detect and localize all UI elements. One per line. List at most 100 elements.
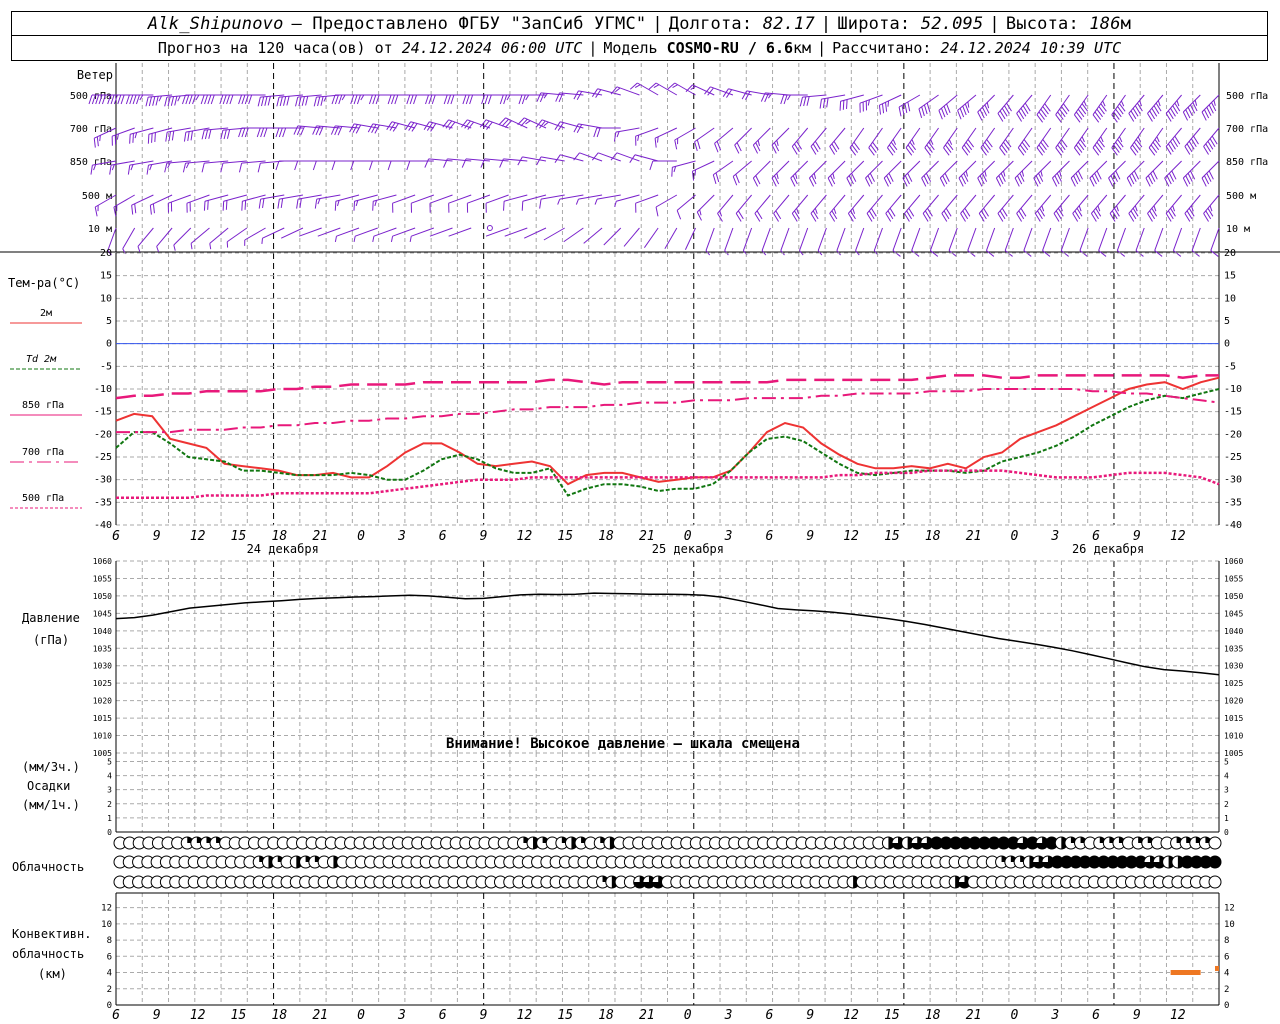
temp-tick-right: -20 — [1224, 429, 1242, 440]
wind-barb — [664, 227, 678, 250]
wind-barb — [258, 194, 285, 209]
hour-tick-label-bottom: 9 — [153, 1008, 161, 1023]
wind-barb — [924, 127, 939, 156]
wind-barb — [524, 227, 547, 239]
wind-barb — [978, 194, 996, 222]
wind-barb — [997, 194, 1014, 222]
pressure-tick-right: 1015 — [1224, 714, 1243, 723]
wind-barb — [836, 227, 846, 256]
wind-barb — [799, 227, 809, 256]
temp-tick-right: -40 — [1224, 520, 1242, 531]
wind-barb — [791, 194, 809, 222]
hour-tick-label-bottom: 18 — [272, 1008, 288, 1023]
wind-barb — [314, 194, 341, 209]
wind-barb — [1128, 94, 1145, 122]
pressure-tick-left: 1040 — [93, 627, 112, 636]
cloud-title: Облачность — [12, 860, 84, 874]
conv-unit: (км) — [38, 967, 67, 981]
hour-tick-label: 0 — [1011, 529, 1019, 544]
hour-tick-label-bottom: 3 — [397, 1008, 406, 1023]
temp-tick-right: -25 — [1224, 452, 1242, 463]
wind-barb — [771, 127, 790, 154]
precip-tick-left: 0 — [107, 828, 112, 837]
pressure-tick-left: 1045 — [93, 609, 112, 618]
wind-barb — [226, 227, 248, 248]
wind-barb — [1014, 160, 1033, 187]
conv-tick-right: 10 — [1224, 920, 1235, 930]
wind-barb — [957, 94, 977, 120]
wind-barb — [222, 194, 247, 211]
wind-barb — [125, 94, 154, 105]
hour-tick-label: 21 — [966, 529, 982, 544]
wind-barb — [539, 194, 565, 209]
wind-barb — [1033, 160, 1052, 187]
wind-barb — [518, 94, 546, 105]
hour-tick-label-bottom: 12 — [190, 1008, 206, 1023]
wind-level-label-right: 700 гПа — [1226, 124, 1268, 135]
wind-barb — [1165, 194, 1182, 222]
temp-tick-left: -30 — [94, 475, 112, 486]
wind-barb — [296, 194, 322, 209]
wind-barb — [771, 160, 790, 187]
wind-barb — [691, 160, 715, 181]
wind-barb — [780, 227, 790, 256]
pressure-warning: Внимание! Высокое давление – шкала смеще… — [446, 736, 800, 752]
wind-barb — [1072, 194, 1089, 222]
wind-barb — [331, 160, 360, 171]
temp-tick-left: 5 — [106, 316, 112, 327]
hour-tick-label-bottom: 9 — [1133, 1008, 1141, 1023]
day-label: 26 декабря — [1072, 542, 1144, 556]
temp-tick-left: -15 — [94, 407, 112, 418]
wind-barb — [735, 194, 753, 222]
wind-barb — [849, 127, 865, 156]
wind-barb — [275, 160, 303, 171]
wind-barb — [649, 160, 677, 171]
wind-barb — [312, 160, 341, 171]
temp-tick-left: -20 — [94, 429, 112, 440]
wind-barb — [958, 160, 977, 187]
wind-barb — [696, 194, 715, 221]
legend-label: 2м — [40, 308, 52, 319]
pressure-tick-left: 1060 — [93, 557, 112, 566]
wind-barb — [238, 94, 266, 105]
temp-tick-right: 5 — [1224, 316, 1230, 327]
pressure-tick-left: 1055 — [93, 574, 112, 583]
hour-tick-label: 6 — [765, 529, 773, 544]
wind-level-label-right: 850 гПа — [1226, 157, 1268, 168]
wind-barb — [734, 127, 752, 154]
wind-barb — [977, 94, 996, 121]
temp-tick-right: 15 — [1224, 271, 1236, 282]
hour-tick-label-bottom: 15 — [231, 1008, 247, 1023]
hour-tick-label-bottom: 3 — [1050, 1008, 1059, 1023]
wind-barb — [859, 94, 883, 113]
hour-tick-label: 9 — [480, 529, 488, 544]
wind-barb — [960, 194, 977, 222]
hour-tick-label: 3 — [1050, 529, 1059, 544]
hour-tick-label-bottom: 18 — [925, 1008, 941, 1023]
wind-barb — [367, 123, 397, 134]
wind-barb — [1090, 194, 1108, 222]
pressure-tick-right: 1020 — [1224, 697, 1243, 706]
precip-unit-1h: (мм/1ч.) — [22, 798, 80, 812]
wind-barb — [898, 94, 921, 117]
pressure-tick-left: 1035 — [93, 644, 112, 653]
wind-barb — [409, 227, 434, 243]
wind-label: Ветер — [77, 68, 113, 82]
wind-barb — [810, 194, 827, 222]
cloud-symbol — [1208, 836, 1222, 850]
wind-barb — [372, 227, 397, 243]
wind-barb — [829, 194, 846, 222]
wind-barb — [654, 127, 678, 148]
wind-barb — [353, 194, 378, 211]
wind-barb — [603, 227, 622, 246]
wind-barb — [752, 160, 771, 187]
wind-barb — [241, 194, 266, 211]
wind-barb — [635, 127, 659, 146]
wind-level-label-left: 10 м — [88, 224, 112, 235]
precip-tick-left: 3 — [107, 786, 112, 795]
wind-barb — [503, 194, 528, 211]
wind-barb — [521, 194, 547, 211]
wind-level-label-right: 10 м — [1226, 224, 1250, 235]
wind-barb — [754, 194, 771, 222]
wind-barb — [810, 127, 827, 155]
